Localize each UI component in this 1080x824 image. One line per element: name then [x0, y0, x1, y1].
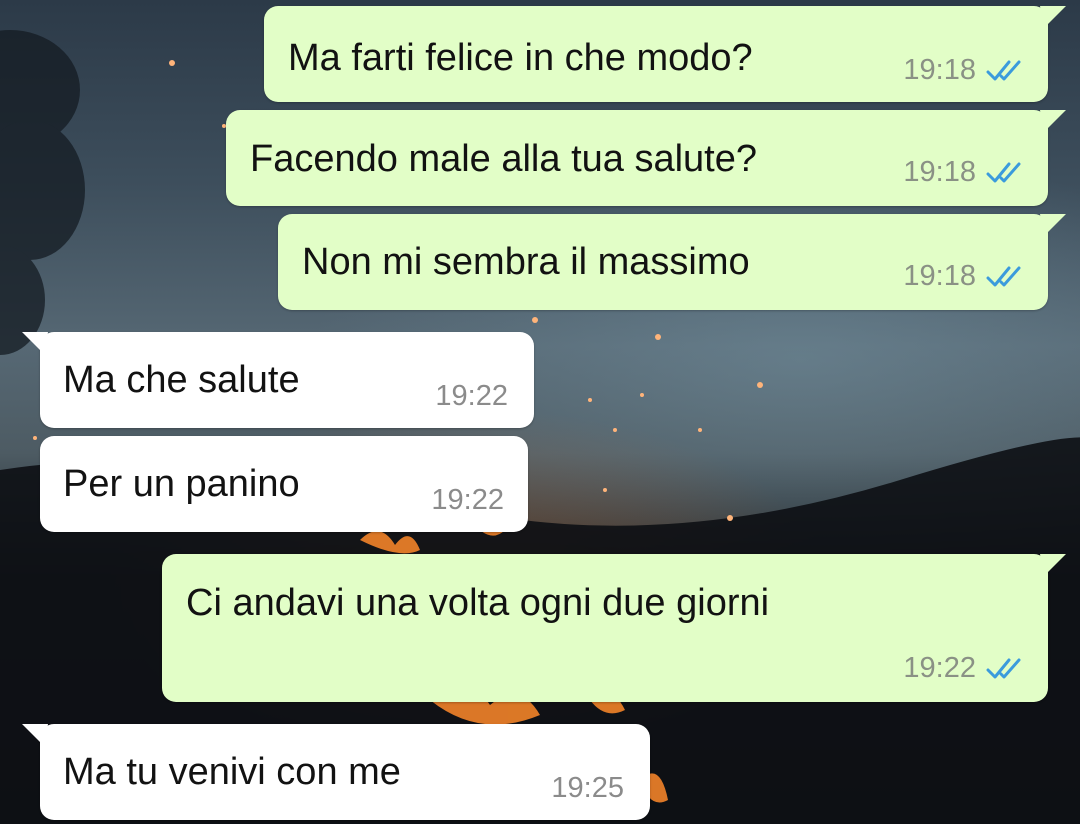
double-check-icon [986, 266, 1021, 286]
message-time: 19:22 [903, 652, 976, 684]
bubble-tail [1040, 6, 1066, 28]
message-meta: 19:25 [551, 774, 624, 803]
message-time: 19:22 [431, 484, 504, 516]
message-time: 19:18 [903, 156, 976, 188]
message-bubble-outgoing[interactable]: Ci andavi una volta ogni due giorni 19:2… [162, 554, 1066, 702]
message-bubble-incoming[interactable]: Ma che salute 19:22 [22, 332, 534, 428]
double-check-icon [986, 162, 1021, 182]
message-text: Non mi sembra il massimo [302, 241, 750, 283]
message-text: Ma farti felice in che modo? [288, 37, 753, 79]
message-meta: 19:22 [903, 654, 1026, 683]
message-bubble-incoming[interactable]: Ma tu venivi con me 19:25 [22, 724, 650, 820]
bubble-tail [22, 724, 48, 746]
message-text: Ma tu venivi con me [63, 751, 401, 793]
message-text: Ci andavi una volta ogni due giorni [186, 582, 770, 624]
double-check-icon [986, 60, 1021, 80]
message-bubble-outgoing[interactable]: Facendo male alla tua salute? 19:18 [226, 110, 1066, 206]
message-text: Ma che salute [63, 359, 300, 401]
message-bubble-outgoing[interactable]: Non mi sembra il massimo 19:18 [278, 214, 1066, 310]
message-meta: 19:22 [435, 382, 508, 411]
message-time: 19:25 [551, 772, 624, 804]
double-check-icon [986, 658, 1021, 678]
message-text: Facendo male alla tua salute? [250, 138, 757, 180]
message-meta: 19:18 [903, 158, 1026, 187]
message-text: Per un panino [63, 463, 300, 505]
bubble-tail [1040, 214, 1066, 236]
message-meta: 19:22 [431, 486, 504, 515]
message-time: 19:18 [903, 260, 976, 292]
bubble-tail [1040, 110, 1066, 132]
message-meta: 19:18 [903, 56, 1026, 85]
message-bubble-outgoing[interactable]: Ma farti felice in che modo? 19:18 [264, 6, 1066, 102]
message-meta: 19:18 [903, 262, 1026, 291]
message-time: 19:22 [435, 380, 508, 412]
bubble-tail [1040, 554, 1066, 576]
message-time: 19:18 [903, 54, 976, 86]
bubble-tail [22, 332, 48, 354]
message-bubble-incoming[interactable]: Per un panino 19:22 [40, 436, 528, 532]
